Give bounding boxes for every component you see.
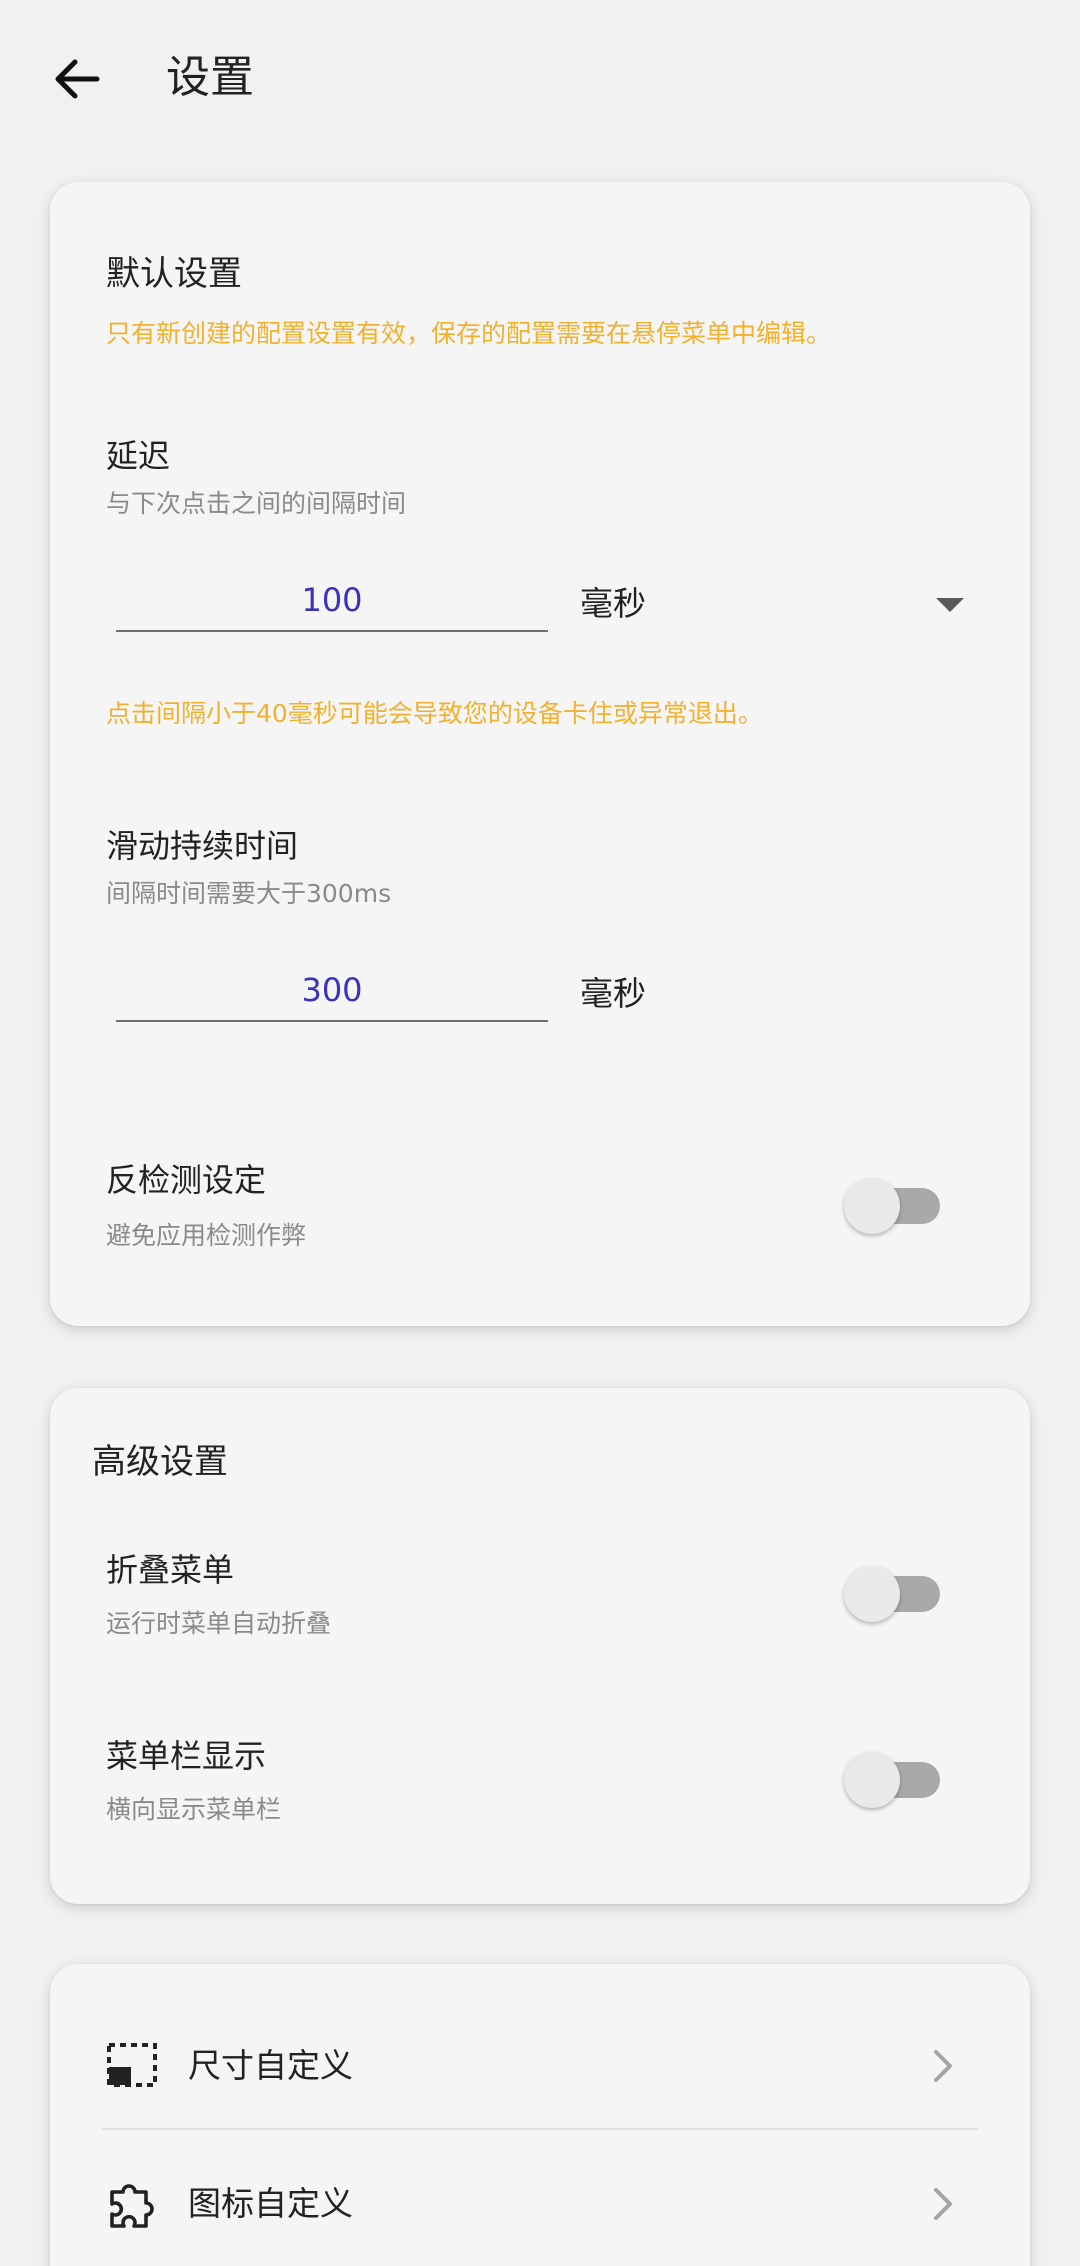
page-title: 设置 (166, 52, 254, 103)
anti-detection-title: 反检测设定 (106, 1161, 267, 1199)
collapse-menu-toggle[interactable] (844, 1558, 944, 1622)
swipe-duration-subtitle: 间隔时间需要大于300ms (106, 879, 392, 908)
delay-warning: 点击间隔小于40毫秒可能会导致您的设备卡住或异常退出。 (106, 699, 763, 728)
puzzle-icon (110, 2184, 154, 2228)
anti-detection-toggle[interactable] (844, 1170, 944, 1234)
icon-customization-label: 图标自定义 (188, 2184, 353, 2223)
swipe-duration-unit: 毫秒 (580, 974, 646, 1013)
toggle-thumb (844, 1566, 900, 1622)
collapse-menu-subtitle: 运行时菜单自动折叠 (106, 1609, 332, 1638)
size-customization-label: 尺寸自定义 (188, 2046, 353, 2085)
advanced-settings-title: 高级设置 (92, 1442, 228, 1482)
back-button[interactable] (42, 44, 112, 114)
collapse-menu-title: 折叠菜单 (106, 1551, 235, 1589)
swipe-duration-title: 滑动持续时间 (106, 827, 299, 865)
swipe-duration-input[interactable] (116, 960, 548, 1022)
delay-unit-label: 毫秒 (580, 584, 646, 623)
chevron-down-icon (936, 598, 964, 612)
chevron-right-icon (934, 2050, 952, 2082)
advanced-settings-card: 高级设置 折叠菜单 运行时菜单自动折叠 菜单栏显示 横向显示菜单栏 (50, 1388, 1030, 1904)
divider (102, 2128, 978, 2130)
default-settings-card: 默认设置 只有新创建的配置设置有效，保存的配置需要在悬停菜单中编辑。 延迟 与下… (50, 182, 1030, 1326)
resize-frame-icon (107, 2043, 157, 2087)
delay-unit-select[interactable]: 毫秒 (580, 576, 1040, 636)
app-bar: 设置 (0, 0, 1080, 160)
delay-subtitle: 与下次点击之间的间隔时间 (106, 489, 407, 518)
menu-bar-display-title: 菜单栏显示 (106, 1737, 267, 1775)
chevron-right-icon (934, 2188, 952, 2220)
icon-customization-row[interactable]: 图标自定义 (50, 2140, 1030, 2266)
settings-screen: 设置 默认设置 只有新创建的配置设置有效，保存的配置需要在悬停菜单中编辑。 延迟… (0, 0, 1080, 2266)
anti-detection-subtitle: 避免应用检测作弊 (106, 1221, 307, 1250)
size-customization-row[interactable]: 尺寸自定义 (50, 2004, 1030, 2128)
toggle-thumb (844, 1178, 900, 1234)
delay-input[interactable] (116, 570, 548, 632)
customization-card: 尺寸自定义 图标自定义 (50, 1964, 1030, 2266)
delay-title: 延迟 (106, 437, 171, 475)
default-settings-title: 默认设置 (106, 254, 242, 294)
menu-bar-display-subtitle: 横向显示菜单栏 (106, 1795, 282, 1824)
toggle-thumb (844, 1752, 900, 1808)
default-settings-notice: 只有新创建的配置设置有效，保存的配置需要在悬停菜单中编辑。 (106, 319, 832, 348)
arrow-left-icon (55, 59, 100, 99)
menu-bar-display-toggle[interactable] (844, 1744, 944, 1808)
